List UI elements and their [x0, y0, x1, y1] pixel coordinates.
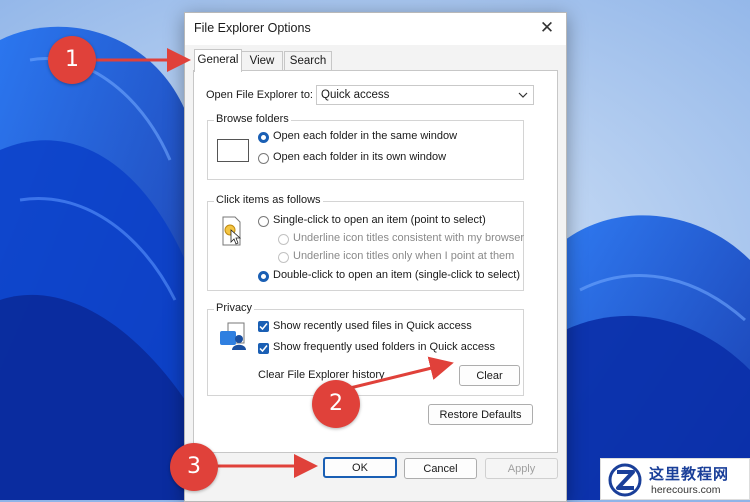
clear-history-label: Clear File Explorer history — [258, 369, 385, 381]
step-badge-3: 3 — [170, 443, 218, 491]
option-same-window-label: Open each folder in the same window — [273, 130, 458, 142]
pointer-icon — [222, 216, 242, 246]
restore-defaults-button[interactable]: Restore Defaults — [428, 404, 533, 425]
watermark-url-text: herecours.com — [651, 484, 721, 496]
file-explorer-options-dialog: File Explorer Options ✕ General View Sea… — [184, 12, 567, 502]
open-to-select[interactable]: Quick access — [316, 85, 534, 105]
checkbox-frequent-folders[interactable] — [258, 343, 269, 354]
radio-double-click[interactable] — [258, 271, 269, 282]
recent-files-label: Show recently used files in Quick access — [273, 320, 472, 332]
ok-button[interactable]: OK — [323, 457, 397, 478]
double-click-label: Double-click to open an item (single-cli… — [273, 269, 520, 281]
radio-underline-consistent[interactable] — [278, 234, 289, 245]
checkbox-recent-files[interactable] — [258, 321, 269, 332]
site-watermark: 这里教程网 herecours.com — [600, 458, 750, 500]
step-badge-2: 2 — [312, 380, 360, 428]
step-badge-1: 1 — [48, 36, 96, 84]
watermark-chinese-text: 这里教程网 — [649, 465, 730, 483]
click-items-group: Click items as follows Single-click to o… — [207, 194, 525, 291]
privacy-icon — [220, 322, 246, 350]
close-icon[interactable]: ✕ — [536, 17, 558, 39]
window-preview-icon — [217, 139, 249, 162]
chevron-down-icon — [518, 92, 528, 98]
click-items-title: Click items as follows — [214, 194, 323, 206]
privacy-title: Privacy — [214, 302, 255, 314]
apply-button[interactable]: Apply — [485, 458, 558, 479]
radio-single-click[interactable] — [258, 216, 269, 227]
radio-own-window[interactable] — [258, 153, 269, 164]
window-title: File Explorer Options — [194, 21, 311, 35]
single-click-label: Single-click to open an item (point to s… — [273, 214, 486, 226]
option-own-window-label: Open each folder in its own window — [273, 151, 447, 163]
clear-button[interactable]: Clear — [459, 365, 520, 386]
browse-folders-group: Browse folders Open each folder in the s… — [207, 113, 524, 180]
underline-consistent-label: Underline icon titles consistent with my… — [293, 232, 525, 244]
tab-search[interactable]: Search — [284, 51, 332, 71]
browse-folders-title: Browse folders — [214, 113, 291, 125]
z-logo-icon — [608, 463, 642, 497]
general-tab-panel: Open File Explorer to: Quick access Brow… — [193, 70, 558, 453]
title-bar: File Explorer Options ✕ — [185, 13, 566, 45]
open-to-label: Open File Explorer to: — [206, 89, 313, 101]
radio-same-window[interactable] — [258, 132, 269, 143]
privacy-group: Privacy Show recently used files in Quic… — [207, 302, 524, 396]
open-to-value: Quick access — [321, 89, 390, 101]
frequent-folders-label: Show frequently used folders in Quick ac… — [273, 341, 495, 353]
underline-point-label: Underline icon titles only when I point … — [293, 250, 515, 262]
radio-underline-point[interactable] — [278, 252, 289, 263]
cancel-button[interactable]: Cancel — [404, 458, 477, 479]
tab-general[interactable]: General — [194, 49, 242, 72]
tab-view[interactable]: View — [241, 51, 283, 71]
